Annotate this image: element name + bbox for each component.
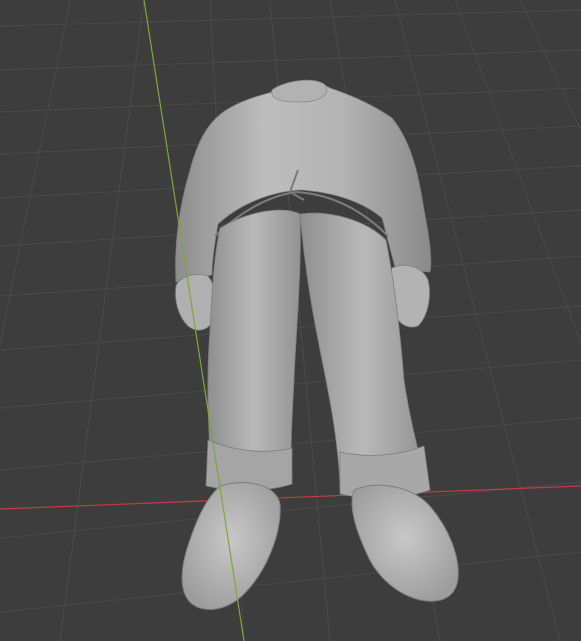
right-shoe-sole	[351, 484, 459, 602]
left-leg	[207, 209, 301, 483]
grid-line	[0, 9, 581, 27]
grid-line	[519, 0, 581, 132]
mesh-object[interactable]	[175, 79, 459, 610]
left-hand	[175, 274, 217, 331]
grid-line	[454, 0, 581, 346]
collar	[271, 79, 328, 103]
x-axis-line	[0, 485, 581, 510]
grid-line	[0, 49, 581, 71]
grid-line	[59, 0, 145, 641]
3d-viewport[interactable]	[0, 0, 581, 641]
grid-line	[0, 551, 581, 613]
jacket-torso	[175, 83, 432, 283]
grid-line	[0, 481, 581, 539]
grid-line	[0, 0, 71, 348]
viewport-canvas[interactable]	[0, 0, 581, 641]
